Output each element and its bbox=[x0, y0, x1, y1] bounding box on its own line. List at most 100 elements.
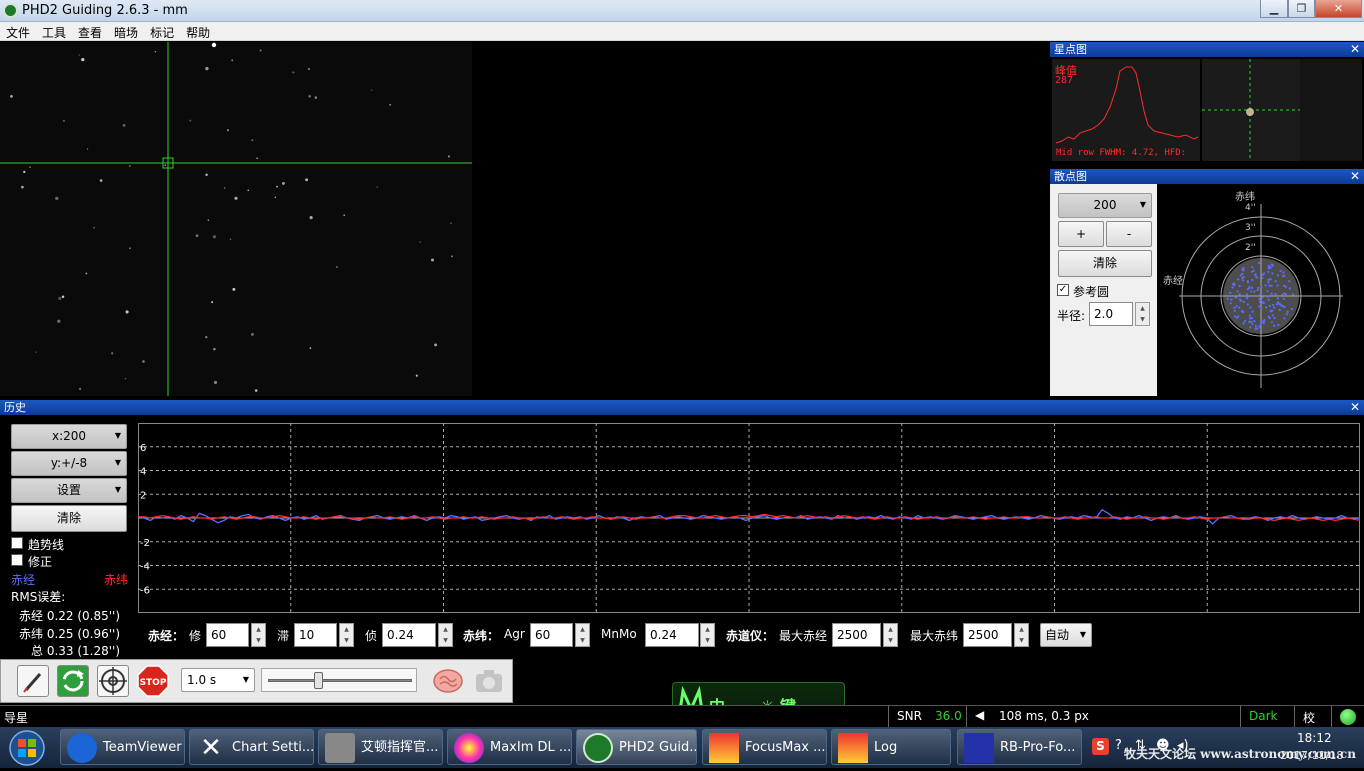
star-dot bbox=[251, 139, 254, 142]
guide-camera-image[interactable] bbox=[0, 42, 472, 396]
task-maxim[interactable]: MaxIm DL ... bbox=[447, 729, 572, 765]
task-chart-settings[interactable]: ✕ Chart Setti... bbox=[189, 729, 314, 765]
ra-agg-input[interactable]: 10 bbox=[294, 623, 337, 647]
stop-button[interactable]: STOP bbox=[137, 665, 169, 697]
scatter-clear-button[interactable]: 清除 bbox=[1058, 250, 1152, 277]
y-scale-dropdown[interactable]: y:+/-8 ▼ bbox=[11, 451, 127, 476]
help-icon[interactable]: ? bbox=[1115, 738, 1122, 753]
arrow-left-icon: ◀ bbox=[975, 708, 985, 722]
scatter-point bbox=[1276, 274, 1279, 277]
radius-input[interactable]: 2.0 bbox=[1089, 302, 1133, 326]
scatter-point bbox=[1246, 295, 1249, 298]
scatter-point bbox=[1286, 310, 1289, 313]
calibrate-button[interactable] bbox=[473, 665, 505, 697]
dec-agr-input[interactable]: 60 bbox=[530, 623, 573, 647]
dec-params-label: 赤纬： bbox=[463, 629, 500, 643]
x-scale-dropdown[interactable]: x:200 ▼ bbox=[11, 424, 127, 449]
chevron-down-icon: ▼ bbox=[1079, 630, 1086, 639]
scatter-length-dropdown[interactable]: 200 ▼ bbox=[1058, 193, 1152, 218]
scatter-point bbox=[1280, 304, 1283, 307]
scatter-point bbox=[1238, 284, 1241, 288]
menu-darks[interactable]: 暗场 bbox=[108, 22, 144, 41]
start-button[interactable] bbox=[3, 728, 51, 768]
scatter-point bbox=[1249, 306, 1252, 309]
star-profile-close-icon[interactable]: ✕ bbox=[1350, 42, 1360, 57]
dec-minmo-spinner[interactable]: ▲ ▼ bbox=[700, 623, 715, 647]
sogou-icon[interactable]: S bbox=[1092, 738, 1109, 755]
loop-button[interactable] bbox=[57, 665, 89, 697]
task-rb-pro[interactable]: RB-Pro-Fo... bbox=[957, 729, 1082, 765]
max-dec-spinner[interactable]: ▲ ▼ bbox=[1014, 623, 1029, 647]
correction-checkbox[interactable] bbox=[11, 554, 23, 566]
scatter-point bbox=[1231, 286, 1234, 289]
ra-hyst-input[interactable]: 60 bbox=[206, 623, 249, 647]
star-dot bbox=[154, 51, 157, 53]
task-focusmax[interactable]: FocusMax ... bbox=[702, 729, 827, 765]
target-dec-label: 赤纬 bbox=[1235, 190, 1255, 203]
task-phd2[interactable]: PHD2 Guid... bbox=[576, 729, 697, 765]
scatter-point bbox=[1233, 306, 1236, 309]
history-close-icon[interactable]: ✕ bbox=[1350, 400, 1360, 415]
zoom-out-button[interactable]: - bbox=[1106, 221, 1152, 247]
history-settings-dropdown[interactable]: 设置 ▼ bbox=[11, 478, 127, 503]
scatter-point bbox=[1233, 282, 1236, 285]
max-ra-spinner[interactable]: ▲ ▼ bbox=[883, 623, 898, 647]
brain-button[interactable] bbox=[432, 665, 464, 697]
scatter-point bbox=[1233, 309, 1236, 312]
exposure-dropdown[interactable]: 1.0 s ▼ bbox=[181, 668, 255, 692]
menu-help[interactable]: 帮助 bbox=[180, 22, 216, 41]
clock-time[interactable]: 18:12 bbox=[1297, 731, 1332, 745]
focusmax-log-icon bbox=[838, 733, 868, 763]
star-dot bbox=[205, 336, 208, 339]
history-clear-button[interactable]: 清除 bbox=[11, 505, 127, 532]
star-dot bbox=[309, 347, 312, 349]
ra-minmo-input[interactable]: 0.24 bbox=[382, 623, 436, 647]
star-dot bbox=[389, 103, 392, 106]
scatter-point bbox=[1258, 305, 1261, 308]
task-log[interactable]: Log bbox=[831, 729, 951, 765]
scatter-point bbox=[1270, 263, 1273, 266]
title-bar: PHD2 Guiding 2.6.3 - mm ▁ ❐ ✕ bbox=[0, 0, 1364, 22]
minimize-button[interactable]: ▁ bbox=[1260, 0, 1288, 18]
max-dec-input[interactable]: 2500 bbox=[963, 623, 1012, 647]
task-teamviewer[interactable]: TeamViewer bbox=[60, 729, 185, 765]
scatter-point bbox=[1251, 266, 1254, 269]
maximize-button[interactable]: ❐ bbox=[1288, 0, 1315, 18]
windows-taskbar: TeamViewer ✕ Chart Setti... 艾顿指挥官... MaxI… bbox=[0, 727, 1364, 768]
menu-view[interactable]: 查看 bbox=[72, 22, 108, 41]
gamma-slider[interactable] bbox=[261, 668, 417, 692]
scatter-point bbox=[1250, 290, 1253, 293]
scatter-close-icon[interactable]: ✕ bbox=[1350, 169, 1360, 184]
ref-circle-checkbox[interactable]: ✓ bbox=[1057, 284, 1069, 296]
dec-agr-spinner[interactable]: ▲ ▼ bbox=[575, 623, 590, 647]
loop-exposure-button[interactable] bbox=[17, 665, 49, 697]
close-button[interactable]: ✕ bbox=[1315, 0, 1362, 18]
star-dot bbox=[232, 287, 236, 291]
max-ra-input[interactable]: 2500 bbox=[832, 623, 881, 647]
trend-checkbox[interactable] bbox=[11, 537, 23, 549]
star-dot bbox=[308, 94, 312, 98]
ra-agg-spinner[interactable]: ▲ ▼ bbox=[339, 623, 354, 647]
trend-label: 趋势线 bbox=[28, 538, 65, 552]
menu-file[interactable]: 文件 bbox=[0, 22, 36, 41]
scatter-point bbox=[1243, 319, 1247, 323]
star-dot bbox=[250, 332, 254, 336]
ra-minmo-spinner[interactable]: ▲ ▼ bbox=[438, 623, 453, 647]
dec-mode-dropdown[interactable]: 自动 ▼ bbox=[1040, 623, 1092, 647]
star-dot bbox=[205, 173, 208, 176]
ra-hyst-spinner[interactable]: ▲ ▼ bbox=[251, 623, 266, 647]
profile-plot: 峰值 287 Mid row FWHM: 4.72, HFD: bbox=[1052, 59, 1200, 161]
radius-spinner[interactable]: ▲ ▼ bbox=[1135, 302, 1150, 326]
max-dec-label: 最大赤纬 bbox=[910, 629, 959, 643]
guide-button[interactable] bbox=[97, 665, 129, 697]
dec-minmo-input[interactable]: 0.24 bbox=[645, 623, 699, 647]
scatter-point bbox=[1241, 311, 1245, 314]
scatter-point bbox=[1282, 271, 1285, 274]
star-dot bbox=[85, 272, 88, 275]
task-eqmod[interactable]: 艾顿指挥官... bbox=[318, 729, 443, 765]
zoom-in-button[interactable]: + bbox=[1058, 221, 1104, 247]
camera-view[interactable] bbox=[0, 42, 1048, 396]
menu-tools[interactable]: 工具 bbox=[36, 22, 72, 41]
gamma-slider-thumb[interactable] bbox=[314, 672, 324, 689]
menu-bookmarks[interactable]: 标记 bbox=[144, 22, 180, 41]
